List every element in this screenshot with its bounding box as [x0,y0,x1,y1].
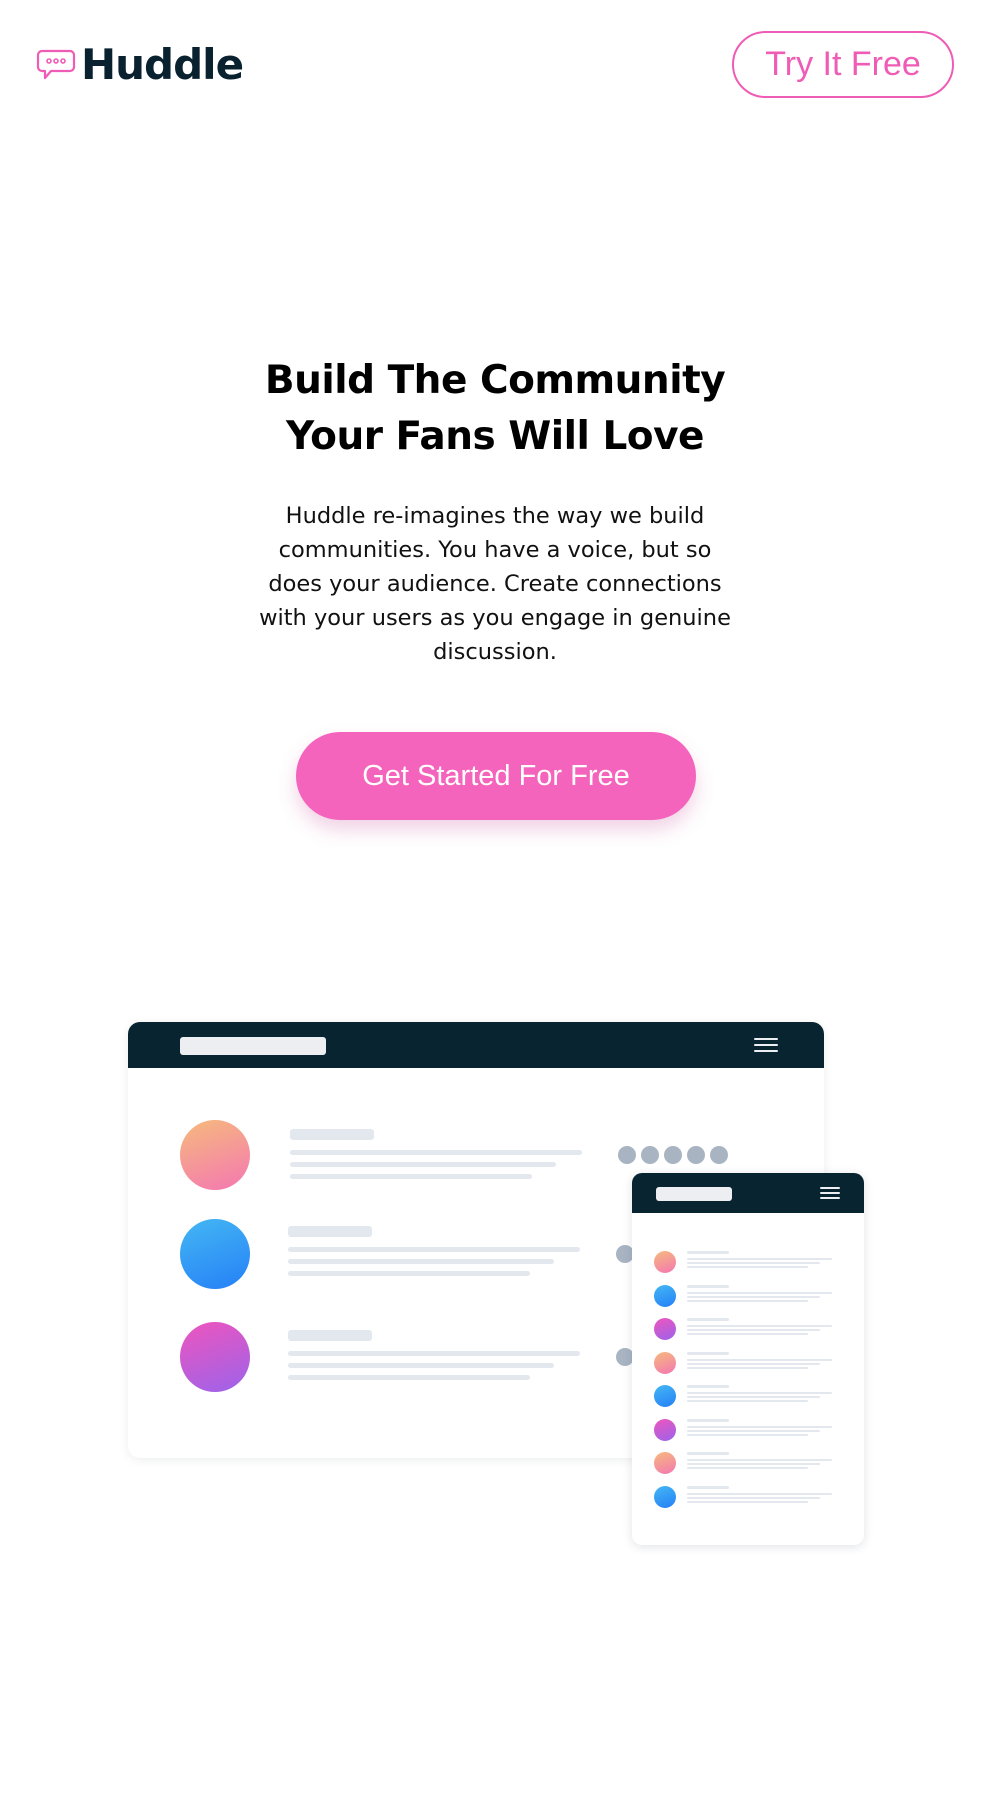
status-dots [618,1146,733,1164]
placeholder-line [687,1358,832,1361]
placeholder-line [687,1262,820,1264]
placeholder-line [288,1375,530,1380]
hamburger-menu-icon [820,1187,840,1199]
mobile-row [654,1318,844,1342]
chat-bubble-icon [36,49,76,80]
placeholder-line [288,1247,580,1252]
placeholder-line [687,1295,820,1298]
avatar [654,1284,676,1307]
mobile-row [654,1284,844,1309]
placeholder-line [687,1329,820,1331]
placeholder-line [288,1363,554,1368]
placeholder-line [290,1150,582,1155]
placeholder-line [288,1351,580,1356]
placeholder-line [687,1266,808,1268]
mobile-row [654,1418,844,1443]
mobile-mockup [632,1173,864,1545]
placeholder-line [687,1333,808,1335]
placeholder-line [687,1429,820,1432]
placeholder-line [290,1129,374,1140]
placeholder-line [288,1271,530,1276]
placeholder-line [687,1425,832,1428]
avatar [654,1385,676,1407]
mobile-row [654,1351,844,1376]
placeholder-line [687,1492,832,1495]
avatar [654,1318,676,1340]
placeholder-line [687,1351,729,1355]
placeholder-line [290,1162,556,1167]
mockup-title-placeholder [180,1037,326,1055]
placeholder-line [687,1496,820,1499]
hero-title-line-2: Your Fans Will Love [286,414,704,459]
avatar [654,1351,676,1374]
mobile-row [654,1385,844,1409]
brand-name: Huddle [81,40,244,89]
try-it-free-button[interactable]: Try It Free [732,31,954,98]
hero-description: Huddle re-imagines the way we build comm… [259,503,731,665]
placeholder-line [687,1385,729,1388]
avatar [654,1452,676,1474]
site-header: Huddle Try It Free [0,0,990,130]
avatar [654,1418,676,1441]
placeholder-line [288,1226,372,1237]
placeholder-line [687,1433,808,1436]
hero-title-line-1: Build The Community [264,358,726,403]
placeholder-line [687,1467,808,1469]
get-started-button[interactable]: Get Started For Free [296,732,696,820]
placeholder-line [687,1396,820,1398]
placeholder-line [687,1452,729,1455]
avatar [654,1485,676,1508]
hamburger-menu-icon [754,1038,778,1052]
mobile-row [654,1452,844,1476]
placeholder-line [687,1258,832,1260]
placeholder-line [687,1392,832,1394]
placeholder-line [687,1318,729,1321]
mobile-row [654,1485,844,1510]
mobile-title-placeholder [656,1187,732,1201]
placeholder-line [687,1500,808,1503]
hero-title: Build The Community Your Fans Will Love [195,353,795,465]
mockup-title-bar [128,1022,824,1068]
placeholder-line [288,1259,554,1264]
avatar [180,1120,250,1190]
avatar [180,1322,250,1392]
placeholder-line [687,1418,729,1422]
mobile-row [654,1251,844,1275]
placeholder-line [687,1325,832,1327]
placeholder-line [687,1299,808,1302]
mobile-title-bar [632,1173,864,1213]
placeholder-line [288,1330,372,1341]
avatar [180,1219,250,1289]
placeholder-line [687,1366,808,1369]
avatar [654,1251,676,1273]
placeholder-line [687,1284,729,1288]
huddle-logo[interactable]: Huddle [36,36,244,94]
placeholder-line [687,1485,729,1489]
placeholder-line [687,1463,820,1465]
placeholder-line [687,1362,820,1365]
placeholder-line [290,1174,532,1179]
placeholder-line [687,1291,832,1294]
placeholder-line [687,1459,832,1461]
placeholder-line [687,1251,729,1254]
placeholder-line [687,1400,808,1402]
